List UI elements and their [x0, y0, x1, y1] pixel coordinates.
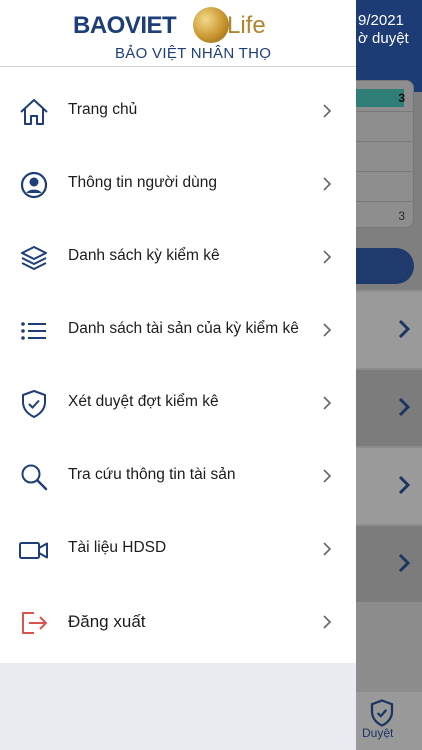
layers-icon [21, 246, 47, 270]
chevron-right-icon [323, 104, 332, 118]
search-icon [21, 464, 48, 491]
background-card-value-top: 3 [398, 91, 405, 105]
menu-item-asset-lookup[interactable]: Tra cứu thông tin tài sản [0, 440, 356, 513]
background-action-button [356, 248, 414, 284]
menu-item-label: Danh sách kỳ kiểm kê [68, 247, 220, 264]
chevron-right-icon [398, 319, 411, 339]
background-card-divider [356, 111, 413, 112]
menu-item-home[interactable]: Trang chủ [0, 75, 356, 148]
chevron-right-icon [323, 323, 332, 337]
background-list-item [356, 526, 422, 602]
logo-brand-text: BAOVIET [73, 12, 177, 39]
menu-item-logout[interactable]: Đăng xuất [0, 586, 356, 659]
background-list-item [356, 448, 422, 524]
user-icon [20, 171, 48, 199]
background-header: 9/2021 ờ duyệt [356, 0, 422, 92]
background-tab-approve: Duyệt [356, 692, 422, 750]
background-list-item [356, 370, 422, 446]
logo-suffix-text: Life [227, 12, 266, 39]
chevron-right-icon [323, 542, 332, 556]
background-list-item [356, 292, 422, 368]
drawer-menu: Trang chủ Thông tin người dùng Danh sách… [0, 67, 356, 663]
menu-item-label: Thông tin người dùng [68, 174, 217, 191]
background-header-date: 9/2021 [358, 12, 404, 29]
video-icon [19, 542, 48, 559]
chevron-right-icon [323, 250, 332, 264]
background-header-status: ờ duyệt [358, 30, 409, 47]
list-icon [21, 322, 46, 340]
globe-icon [193, 7, 229, 43]
chevron-right-icon [398, 475, 411, 495]
shield-check-icon [22, 390, 46, 418]
shield-check-icon [370, 699, 394, 727]
chevron-right-icon [323, 396, 332, 410]
menu-item-approve-inventory[interactable]: Xét duyệt đợt kiểm kê [0, 367, 356, 440]
menu-item-label: Xét duyệt đợt kiểm kê [68, 393, 219, 410]
background-card-value-bottom: 3 [398, 209, 405, 223]
chevron-right-icon [323, 615, 332, 629]
home-icon [20, 99, 48, 125]
menu-item-label: Tài liệu HDSD [68, 539, 167, 556]
background-card-divider [356, 171, 413, 172]
logout-icon [22, 612, 47, 634]
navigation-drawer: BAOVIET Life BẢO VIỆT NHÂN THỌ Trang chủ… [0, 0, 356, 750]
menu-item-user-info[interactable]: Thông tin người dùng [0, 148, 356, 221]
menu-item-label: Danh sách tài sản của kỳ kiểm kê [68, 320, 299, 337]
baoviet-life-logo: BAOVIET Life BẢO VIỆT NHÂN THỌ [73, 4, 293, 64]
chevron-right-icon [323, 469, 332, 483]
drawer-header: BAOVIET Life BẢO VIỆT NHÂN THỌ [0, 0, 356, 67]
menu-item-label: Tra cứu thông tin tài sản [68, 466, 236, 483]
background-card-divider [356, 141, 413, 142]
menu-item-period-assets[interactable]: Danh sách tài sản của kỳ kiểm kê [0, 294, 356, 367]
logo-subtitle: BẢO VIỆT NHÂN THỌ [115, 45, 272, 62]
background-summary-card: 3 3 [356, 80, 414, 228]
chevron-right-icon [398, 553, 411, 573]
background-progress-bar [356, 89, 404, 107]
menu-item-label: Đăng xuất [68, 612, 146, 631]
background-card-divider [356, 201, 413, 202]
background-tab-label: Duyệt [362, 726, 394, 740]
menu-item-label: Trang chủ [68, 101, 138, 118]
chevron-right-icon [398, 397, 411, 417]
menu-item-user-guide[interactable]: Tài liệu HDSD [0, 513, 356, 586]
chevron-right-icon [323, 177, 332, 191]
menu-item-inventory-periods[interactable]: Danh sách kỳ kiểm kê [0, 221, 356, 294]
